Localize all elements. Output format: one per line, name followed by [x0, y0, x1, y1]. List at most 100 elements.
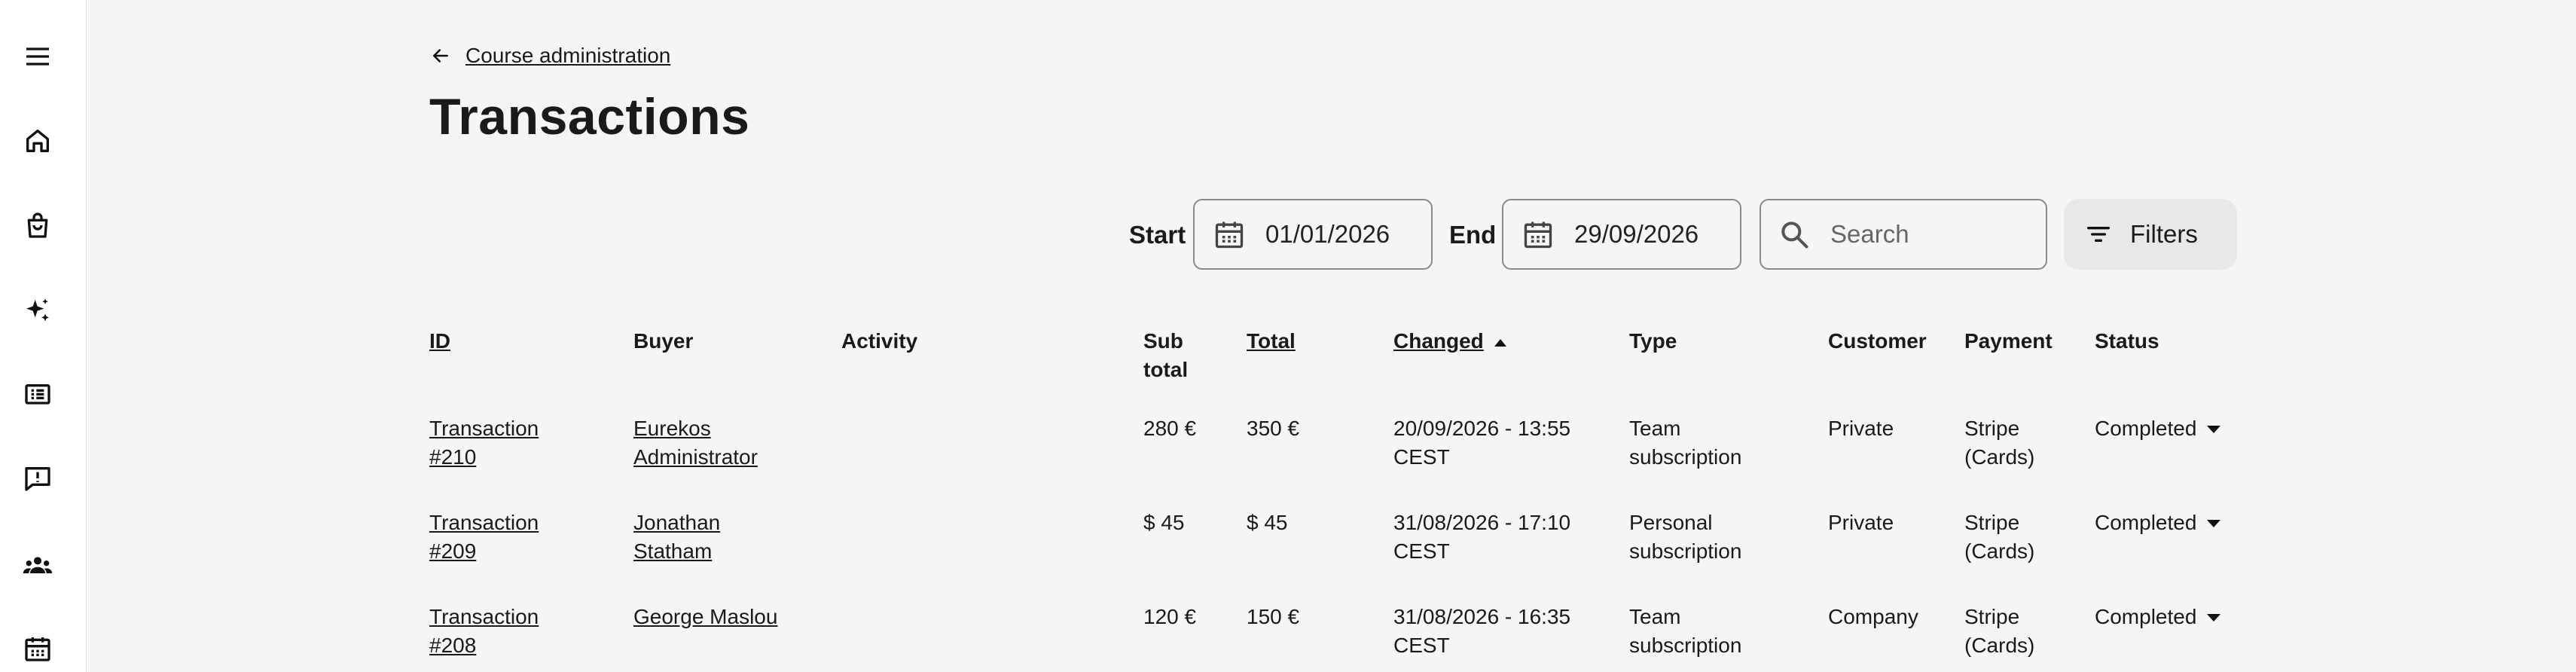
transaction-id-link[interactable]: Transaction #210	[429, 414, 539, 472]
total-cell: 150 €	[1247, 605, 1300, 628]
transaction-id-link[interactable]: Transaction #209	[429, 509, 539, 566]
buyer-link[interactable]: Eurekos Administrator	[633, 414, 758, 472]
column-header-buyer: Buyer	[633, 329, 694, 353]
payment-cell: Stripe (Cards)	[1964, 509, 2034, 566]
changed-date: 31/08/2026 - 17:10	[1393, 511, 1571, 534]
status-dropdown[interactable]: Completed	[2095, 509, 2221, 537]
status-dropdown[interactable]: Completed	[2095, 603, 2221, 631]
type-line1: Team	[1629, 417, 1681, 440]
changed-timezone: CEST	[1393, 539, 1450, 563]
column-header-subtotal: Sub total	[1143, 327, 1188, 384]
status-value: Completed	[2095, 511, 2197, 534]
payment-line2: (Cards)	[1964, 539, 2035, 563]
transaction-id-line2: #209	[429, 539, 477, 563]
transaction-id-line1: Transaction	[429, 417, 539, 440]
calendar-icon	[1524, 221, 1552, 249]
back-link[interactable]: Course administration	[465, 44, 670, 68]
transaction-id-link[interactable]: Transaction #208	[429, 603, 539, 660]
column-header-payment: Payment	[1964, 329, 2053, 353]
start-date-field[interactable]: 01/01/2026	[1193, 199, 1433, 270]
search-input[interactable]	[1829, 219, 2005, 249]
column-header-changed[interactable]: Changed	[1393, 327, 1506, 356]
type-line2: subscription	[1629, 445, 1742, 469]
column-header-total[interactable]: Total	[1247, 327, 1296, 356]
buyer-link[interactable]: Jonathan Statham	[633, 509, 720, 566]
breadcrumb: Course administration	[429, 44, 670, 68]
groups-icon[interactable]	[20, 548, 55, 583]
changed-timezone: CEST	[1393, 634, 1450, 657]
search-field[interactable]	[1760, 199, 2047, 270]
sparkles-icon[interactable]	[20, 294, 55, 328]
changed-cell: 31/08/2026 - 16:35 CEST	[1393, 603, 1570, 660]
column-header-subtotal-line1: Sub	[1143, 329, 1183, 353]
status-dropdown[interactable]: Completed	[2095, 414, 2221, 443]
buyer-link[interactable]: George Maslou	[633, 603, 777, 631]
buyer-line1: George Maslou	[633, 605, 778, 628]
subtotal-cell: $ 45	[1143, 511, 1185, 534]
start-label: Start	[1129, 221, 1186, 249]
status-value: Completed	[2095, 605, 2197, 628]
transaction-id-line1: Transaction	[429, 605, 539, 628]
caret-down-icon	[2207, 426, 2221, 433]
buyer-line1: Eurekos	[633, 417, 711, 440]
buyer-line2: Administrator	[633, 445, 758, 469]
payment-cell: Stripe (Cards)	[1964, 414, 2034, 472]
home-icon[interactable]	[20, 124, 55, 158]
transaction-id-line1: Transaction	[429, 511, 539, 534]
type-line1: Personal	[1629, 511, 1713, 534]
column-header-id[interactable]: ID	[429, 327, 450, 356]
column-header-subtotal-line2: total	[1143, 358, 1189, 381]
customer-cell: Private	[1828, 511, 1894, 534]
total-cell: $ 45	[1247, 511, 1288, 534]
type-cell: Team subscription	[1629, 414, 1741, 472]
changed-cell: 31/08/2026 - 17:10 CEST	[1393, 509, 1570, 566]
payment-line1: Stripe	[1964, 511, 2020, 534]
main-content: Course administration Transactions Start…	[86, 0, 2576, 672]
caret-down-icon	[2207, 520, 2221, 527]
column-header-customer: Customer	[1828, 329, 1927, 353]
list-icon[interactable]	[20, 378, 55, 413]
menu-icon[interactable]	[20, 39, 55, 74]
changed-date: 20/09/2026 - 13:55	[1393, 417, 1571, 440]
sidebar	[0, 0, 87, 672]
payment-cell: Stripe (Cards)	[1964, 603, 2034, 660]
column-header-changed-label: Changed	[1393, 329, 1484, 353]
type-line2: subscription	[1629, 634, 1742, 657]
filters-button[interactable]: Filters	[2064, 199, 2237, 270]
column-header-type: Type	[1629, 329, 1677, 353]
filters-label: Filters	[2130, 220, 2198, 248]
subtotal-cell: 280 €	[1143, 417, 1197, 440]
type-line1: Team	[1629, 605, 1681, 628]
calendar-icon[interactable]	[20, 631, 55, 666]
arrow-left-icon[interactable]	[429, 44, 452, 67]
type-cell: Team subscription	[1629, 603, 1741, 660]
search-icon	[1781, 221, 1808, 249]
transaction-id-line2: #210	[429, 445, 477, 469]
sort-ascending-icon	[1494, 338, 1506, 347]
customer-cell: Private	[1828, 417, 1894, 440]
type-line2: subscription	[1629, 539, 1742, 563]
changed-timezone: CEST	[1393, 445, 1450, 469]
status-value: Completed	[2095, 417, 2197, 440]
changed-date: 31/08/2026 - 16:35	[1393, 605, 1571, 628]
buyer-line2: Statham	[633, 539, 713, 563]
filter-icon	[2087, 227, 2110, 242]
end-date-field[interactable]: 29/09/2026	[1502, 199, 1741, 270]
total-cell: 350 €	[1247, 417, 1300, 440]
column-header-activity: Activity	[841, 329, 918, 353]
caret-down-icon	[2207, 614, 2221, 622]
buyer-line1: Jonathan	[633, 511, 721, 534]
end-date-value: 29/09/2026	[1574, 220, 1699, 248]
payment-line1: Stripe	[1964, 417, 2020, 440]
payment-line2: (Cards)	[1964, 634, 2035, 657]
feedback-icon[interactable]	[20, 461, 55, 496]
start-date-value: 01/01/2026	[1265, 220, 1390, 248]
transaction-id-line2: #208	[429, 634, 477, 657]
page-title: Transactions	[429, 88, 750, 145]
calendar-icon	[1215, 221, 1244, 249]
column-header-status: Status	[2095, 329, 2159, 353]
shopping-bag-icon[interactable]	[20, 208, 55, 243]
changed-cell: 20/09/2026 - 13:55 CEST	[1393, 414, 1570, 472]
subtotal-cell: 120 €	[1143, 605, 1197, 628]
customer-cell: Company	[1828, 605, 1918, 628]
